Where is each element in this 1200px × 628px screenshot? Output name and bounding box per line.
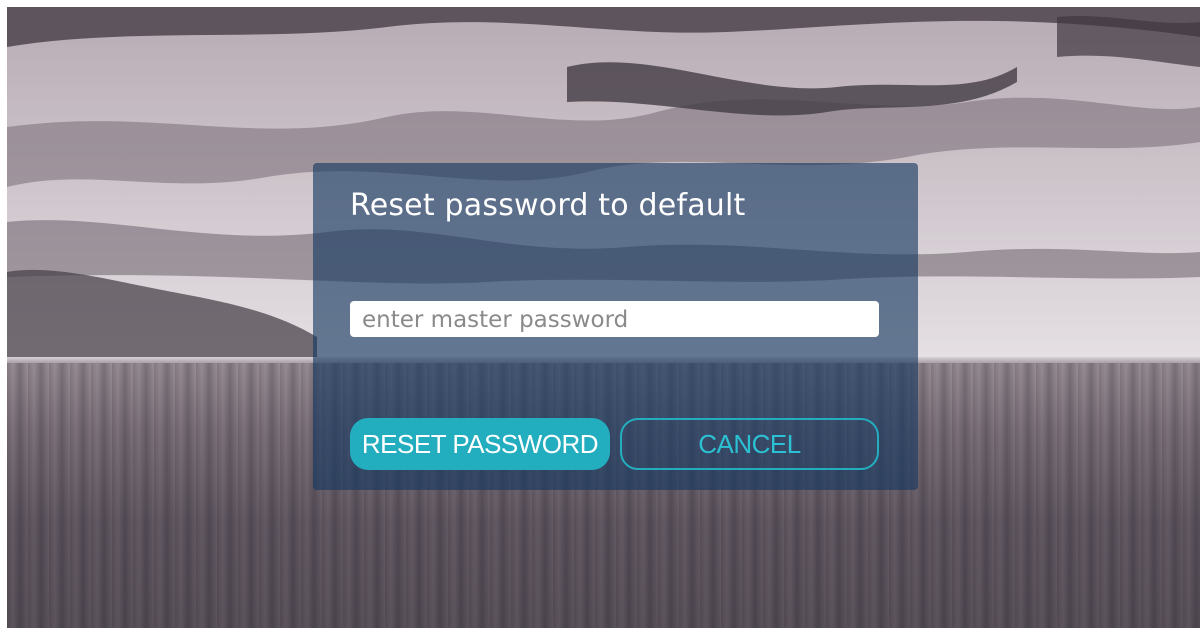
reset-password-dialog: Reset password to default RESET PASSWORD…: [313, 163, 918, 490]
reset-password-button[interactable]: RESET PASSWORD: [350, 418, 610, 470]
dialog-title: Reset password to default: [350, 188, 746, 223]
cancel-button[interactable]: CANCEL: [620, 418, 879, 470]
master-password-input[interactable]: [350, 301, 879, 337]
